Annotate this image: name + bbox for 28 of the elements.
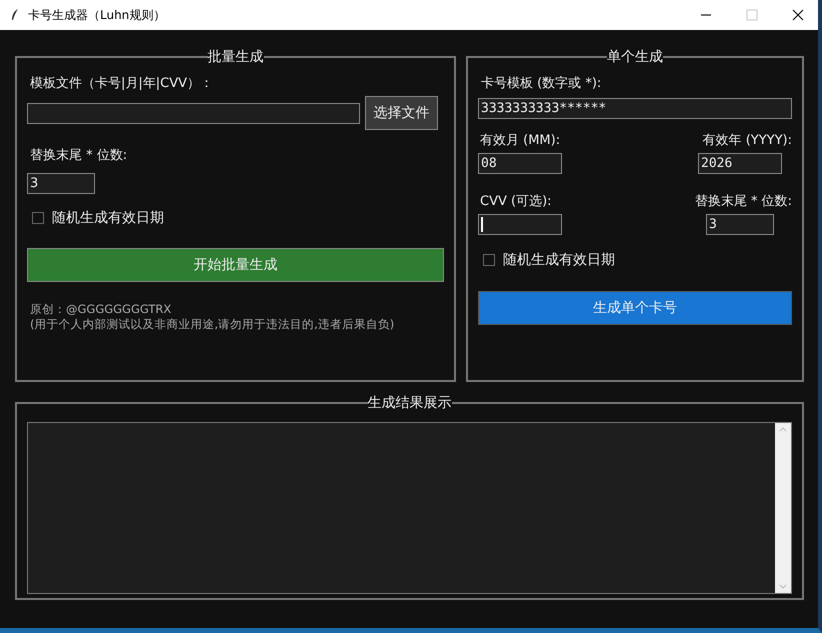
panel-title: 生成结果展示 bbox=[368, 394, 452, 412]
field-label: 有效年 (YYYY): bbox=[702, 132, 792, 149]
panel-title: 批量生成 bbox=[208, 48, 264, 66]
field-label: 卡号模板 (数字或 *): bbox=[481, 75, 602, 92]
close-icon[interactable] bbox=[792, 9, 804, 21]
random-expiry-checkbox[interactable]: 随机生成有效日期 bbox=[32, 209, 164, 227]
digits-field[interactable]: 3 bbox=[706, 214, 774, 235]
field-label: CVV (可选): bbox=[480, 193, 553, 210]
window-title: 卡号生成器（Luhn规则） bbox=[28, 6, 166, 24]
disclaimer-text: (用于个人内部测试以及非商业用途,请勿用于违法目的,违者后果自负) bbox=[30, 317, 396, 332]
field-label: 替换末尾 * 位数: bbox=[694, 193, 792, 210]
year-field[interactable]: 2026 bbox=[698, 153, 782, 174]
choose-file-button[interactable]: 选择文件 bbox=[365, 96, 438, 130]
cvv-field[interactable] bbox=[478, 214, 562, 235]
credit-text: 原创：@GGGGGGGGTRX bbox=[30, 302, 172, 317]
scrollbar[interactable] bbox=[775, 423, 791, 593]
feather-icon bbox=[10, 8, 20, 22]
panel-title: 单个生成 bbox=[607, 48, 663, 66]
digits-field[interactable]: 3 bbox=[27, 173, 95, 194]
start-batch-button[interactable]: 开始批量生成 bbox=[27, 248, 444, 282]
random-expiry-checkbox[interactable]: 随机生成有效日期 bbox=[483, 251, 615, 269]
field-label: 替换末尾 * 位数: bbox=[30, 147, 128, 164]
generate-card-button[interactable]: 生成单个卡号 bbox=[478, 291, 792, 325]
file-path-field[interactable] bbox=[27, 102, 360, 124]
card-template-field[interactable]: 3333333333****** bbox=[478, 98, 792, 119]
field-label: 有效月 (MM): bbox=[480, 132, 562, 149]
month-field[interactable]: 08 bbox=[478, 153, 562, 174]
field-label: 模板文件（卡号|月|年|CVV）： bbox=[30, 75, 214, 92]
